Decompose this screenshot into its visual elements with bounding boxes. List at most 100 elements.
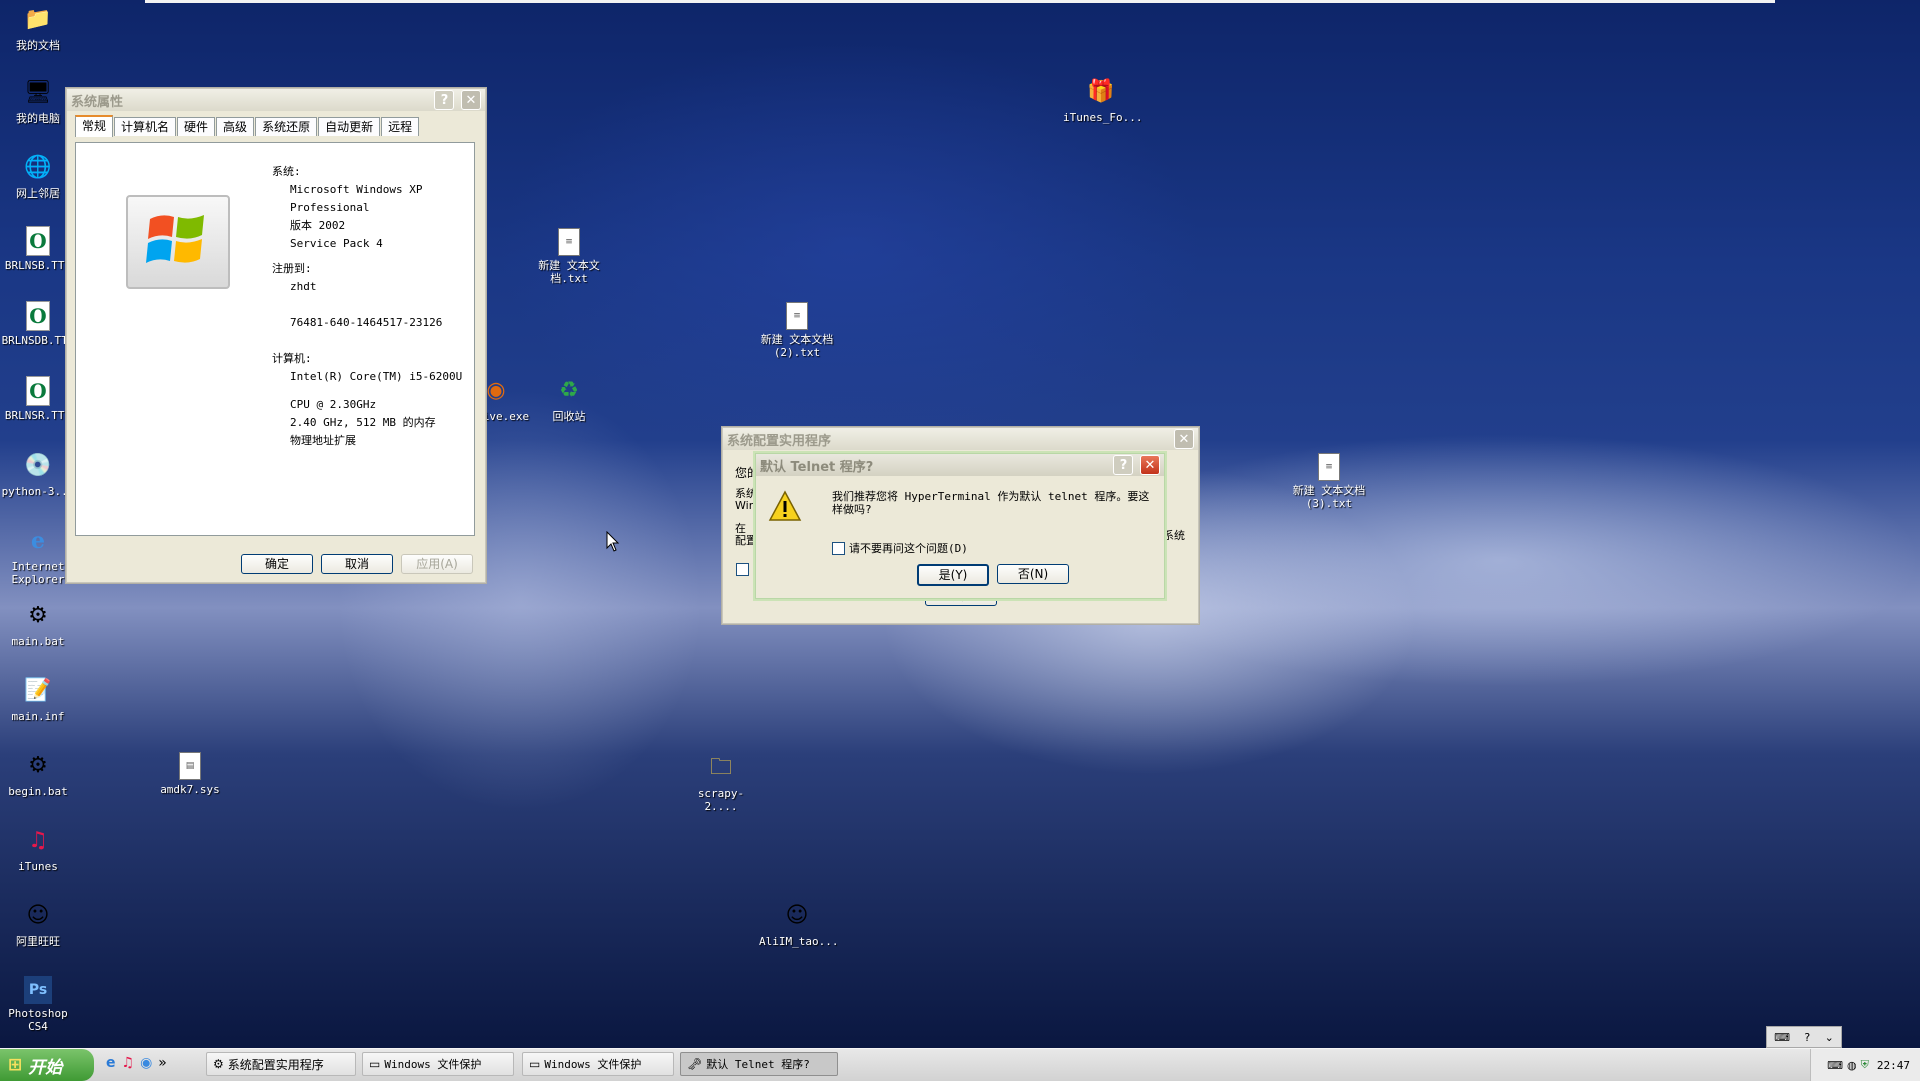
desktop-icon-brlnsr[interactable]: O BRLNSR.TTF (0, 376, 76, 422)
computer-label: 计算机: (272, 352, 312, 365)
cpu-memory: 2.40 GHz, 512 MB 的内存 (290, 416, 436, 429)
taskbar-item-wfp-1[interactable]: ▭ Windows 文件保护 (362, 1052, 514, 1076)
os-name-line2: Professional (290, 201, 370, 214)
icon-label: python-3... (1, 485, 75, 498)
desktop-icon-my-computer[interactable]: 🖥 我的电脑 (0, 77, 76, 125)
msconfig-checkbox[interactable] (736, 563, 749, 576)
desktop-icon-photoshop[interactable]: Ps Photoshop CS4 (0, 976, 76, 1033)
taskbar: ⊞ 开始 e ♫ ◉ » ⚙ 系统配置实用程序 ▭ Windows 文件保护 ▭… (0, 1048, 1920, 1081)
telnet-titlebar[interactable]: 默认 Telnet 程序? ? ✕ (756, 454, 1164, 476)
icon-label: begin.bat (8, 785, 68, 798)
icon-label: iTunes (18, 860, 58, 873)
desktop-icon-my-documents[interactable]: 📁 我的文档 (0, 4, 76, 52)
desktop-icon-new-txt[interactable]: ≡ 新建 文本文档.txt (531, 228, 607, 285)
tab-computer-name[interactable]: 计算机名 (114, 117, 177, 136)
tab-system-restore[interactable]: 系统还原 (255, 117, 318, 136)
system-label: 系统: (272, 165, 301, 178)
tab-advanced[interactable]: 高级 (216, 117, 255, 136)
mouse-cursor-icon (606, 531, 620, 552)
no-button[interactable]: 否(N) (997, 564, 1069, 584)
general-tab-panel: 系统: Microsoft Windows XP Professional 版本… (75, 142, 475, 536)
security-tray-icon[interactable]: ⛨ (1861, 1058, 1869, 1072)
computer-icon: 🖥 (24, 80, 52, 105)
close-button[interactable]: ✕ (461, 90, 481, 110)
yes-button[interactable]: 是(Y) (917, 564, 989, 586)
os-version: 版本 2002 (290, 219, 346, 232)
window-title: 系统属性 (71, 94, 124, 110)
system-properties-titlebar[interactable]: 系统属性 ? ✕ (67, 89, 485, 111)
desktop-icon-ie[interactable]: e Internet Explorer (0, 525, 76, 586)
taskbar-item-telnet[interactable]: 🗝 默认 Telnet 程序? (680, 1052, 838, 1076)
desktop-icon-main-bat[interactable]: ⚙ main.bat (0, 600, 76, 648)
icon-label: 回收站 (552, 410, 586, 423)
installer-icon: 💿 (24, 453, 52, 478)
taskbar-item-wfp-2[interactable]: ▭ Windows 文件保护 (522, 1052, 674, 1076)
dont-ask-checkbox[interactable] (832, 541, 845, 555)
icon-label: iTunes_Fo... (1063, 111, 1143, 124)
dont-ask-row: 请不要再问这个问题(D) (832, 540, 968, 556)
taskbar-item-msconfig[interactable]: ⚙ 系统配置实用程序 (206, 1052, 356, 1076)
taskbar-item-label: Windows 文件保护 (544, 1058, 642, 1071)
desktop-icon-python[interactable]: 💿 python-3... (0, 450, 76, 498)
icon-label: 新建 文本文档 (3).txt (1292, 484, 1366, 510)
desktop-icon-recycle-bin[interactable]: ♻ 回收站 (531, 375, 607, 423)
desktop-icon-amdk7[interactable]: ▤ amdk7.sys (152, 752, 228, 796)
taskbar-item-label: 系统配置实用程序 (227, 1057, 324, 1072)
desktop-icon-aliwangwang[interactable]: ☺ 阿里旺旺 (0, 900, 76, 948)
clock[interactable]: 22:47 (1877, 1059, 1910, 1072)
desktop-icon-main-inf[interactable]: 📝 main.inf (0, 675, 76, 723)
system-properties-window: 系统属性 ? ✕ 常规 计算机名 硬件 高级 系统还原 自动更新 远程 系统: … (66, 88, 486, 583)
photoshop-icon: Ps (24, 976, 52, 1004)
icon-label: main.inf (11, 710, 65, 723)
network-tray-icon[interactable]: ◍ (1847, 1059, 1857, 1072)
desktop-icon-new-txt-3[interactable]: ≡ 新建 文本文档 (3).txt (1291, 453, 1367, 510)
font-file-icon: O (26, 226, 50, 256)
telnet-dialog: 默认 Telnet 程序? ? ✕ 我们推荐您将 HyperTerminal 作… (755, 453, 1165, 599)
taskbar-item-label: Windows 文件保护 (384, 1058, 482, 1071)
window-icon: ▭ (369, 1057, 381, 1071)
help-button[interactable]: ? (1113, 455, 1134, 475)
itunes-quicklaunch-icon[interactable]: ♫ (122, 1055, 135, 1071)
icon-label: 阿里旺旺 (16, 935, 60, 948)
start-button[interactable]: ⊞ 开始 (0, 1049, 94, 1081)
desktop: 📁 我的文档 🖥 我的电脑 🌐 网上邻居 O BRLNSB.TTF O BRLN… (0, 0, 1920, 1048)
ie-quicklaunch-icon[interactable]: e (106, 1055, 116, 1071)
desktop-icon-new-txt-2[interactable]: ≡ 新建 文本文档 (2).txt (759, 302, 835, 359)
icon-label: 网上邻居 (16, 187, 60, 200)
windows-logo-monitor (126, 195, 230, 289)
language-bar[interactable]: ⌨ ? ⌄ (1766, 1026, 1842, 1048)
desktop-icon-begin-bat[interactable]: ⚙ begin.bat (0, 750, 76, 798)
icon-label: AliIM_tao... (759, 935, 839, 948)
desktop-icon-itunes-fo[interactable]: 🎁 iTunes_Fo... (1063, 76, 1143, 124)
desktop-icon-brlnsb[interactable]: O BRLNSB.TTF (0, 226, 76, 272)
desktop-icon-aliim[interactable]: ☺ AliIM_tao... (759, 900, 839, 948)
tab-hardware[interactable]: 硬件 (177, 117, 216, 136)
dont-ask-label: 请不要再问这个问题(D) (849, 542, 968, 555)
desktop-icon-network[interactable]: 🌐 网上邻居 (0, 152, 76, 200)
close-button[interactable]: ✕ (1174, 429, 1194, 449)
close-button[interactable]: ✕ (1140, 455, 1160, 475)
msconfig-titlebar[interactable]: 系统配置实用程序 ✕ (723, 428, 1198, 450)
keyboard-icon[interactable]: ⌨ (1774, 1031, 1790, 1044)
tab-remote[interactable]: 远程 (381, 117, 420, 136)
font-file-icon: O (26, 301, 50, 331)
desktop-icon-itunes[interactable]: ♫ iTunes (0, 825, 76, 873)
tab-auto-update[interactable]: 自动更新 (318, 117, 381, 136)
chevron-down-icon[interactable]: ⌄ (1825, 1031, 1834, 1044)
taskbar-item-label: 默认 Telnet 程序? (706, 1058, 810, 1071)
inf-icon: 📝 (24, 678, 52, 703)
apply-button[interactable]: 应用(A) (401, 554, 473, 574)
qq-quicklaunch-icon[interactable]: ◉ (140, 1055, 152, 1071)
help-icon[interactable]: ? (1804, 1031, 1810, 1044)
tab-general[interactable]: 常规 (75, 115, 114, 137)
help-button[interactable]: ? (434, 90, 455, 110)
desktop-icon-scrapy[interactable]: 🗀 scrapy-2.... (683, 752, 759, 813)
ok-button[interactable]: 确定 (241, 554, 313, 574)
icon-label: 新建 文本文档 (2).txt (760, 333, 834, 359)
system-info: 系统: Microsoft Windows XP Professional 版本… (272, 163, 462, 450)
cancel-button[interactable]: 取消 (321, 554, 393, 574)
overflow-chevron-icon[interactable]: » (158, 1055, 167, 1071)
windows-flag-icon: ⊞ (8, 1055, 23, 1075)
ime-icon[interactable]: ⌨ (1827, 1059, 1843, 1072)
desktop-icon-brlnsdb[interactable]: O BRLNSDB.TTF (0, 301, 76, 347)
